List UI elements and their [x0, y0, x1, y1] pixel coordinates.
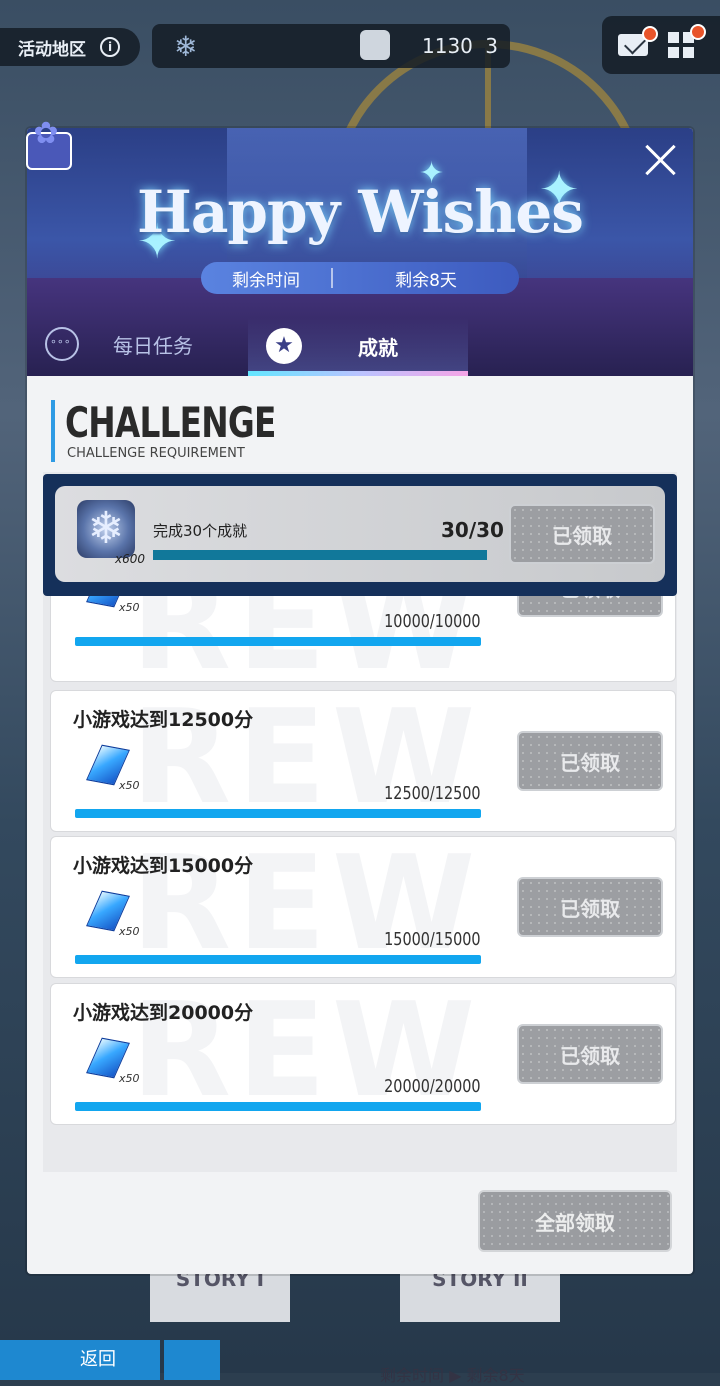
close-icon[interactable]	[643, 142, 679, 178]
achievement-dialog: ✦ ✦ ✦ Happy Wishes 剩余时间 剩余8天 每日任务 ★ 成就 C…	[27, 128, 693, 1274]
claim-all-button[interactable]: 全部领取	[478, 1190, 672, 1252]
bottom-time-text: 剩余时间 ▶ 剩余8天	[380, 1366, 525, 1385]
task-card: REW 小游戏达到20000分 x50 20000/20000 已领取	[50, 983, 676, 1125]
event-title: Happy Wishes	[137, 178, 584, 246]
time-value: 剩余8天	[395, 270, 457, 291]
region-label-bar[interactable]: 活动地区 i	[0, 28, 140, 66]
task-card: REW 小游戏达到15000分 x50 15000/15000 已领取	[50, 836, 676, 978]
resource-bar: ❄ 1130 3	[152, 24, 510, 68]
section-subtitle: CHALLENGE REQUIREMENT	[67, 446, 245, 461]
active-tab-underline	[248, 371, 468, 376]
progress-bar	[75, 637, 481, 646]
task-name: 小游戏达到20000分	[73, 1002, 254, 1024]
time-label: 剩余时间	[232, 270, 300, 291]
back-label: 返回	[80, 1349, 116, 1370]
back-button[interactable]: 返回	[0, 1340, 160, 1380]
glove-count: 3	[485, 34, 498, 58]
reward-qty: x600	[115, 552, 146, 566]
task-name: 小游戏达到12500分	[73, 709, 254, 731]
time-remaining-bar: 剩余时间 剩余8天	[201, 262, 519, 294]
task-progress: 15000/15000	[384, 929, 481, 950]
crystal-icon: x50	[86, 889, 140, 938]
tab-achievements[interactable]: ★ 成就	[248, 318, 468, 376]
task-card-highlighted: ❄ x600 完成30个成就 30/30 已领取	[55, 486, 665, 582]
gift-icon: ✿	[14, 114, 78, 170]
crystal-icon: x50	[86, 743, 140, 792]
progress-bar	[75, 809, 481, 818]
daily-tasks-icon	[45, 327, 79, 361]
claimed-button[interactable]: 已领取	[517, 1024, 663, 1084]
reward-qty: x50	[119, 779, 140, 792]
claimed-button[interactable]: 已领取	[509, 504, 655, 564]
mail-notification-dot	[642, 26, 658, 42]
glove-icon	[360, 30, 390, 60]
section-title: CHALLENGE	[65, 398, 276, 447]
home-button[interactable]	[164, 1340, 220, 1380]
claimed-button[interactable]: 已领取	[517, 877, 663, 937]
story1-button[interactable]: STORY I	[150, 1269, 290, 1322]
tab-label: 每日任务	[113, 333, 193, 358]
progress-bar	[153, 550, 487, 560]
tab-label: 成就	[358, 336, 398, 360]
task-progress: 30/30	[441, 518, 504, 542]
reward-qty: x50	[119, 601, 140, 614]
task-progress: 12500/12500	[384, 783, 481, 804]
top-right-menu	[602, 16, 720, 74]
task-name: 小游戏达到15000分	[73, 855, 254, 877]
background-bottom: STORY I STORY II 返回 剩余时间 ▶ 剩余8天	[0, 1269, 720, 1385]
tab-daily-tasks[interactable]: 每日任务	[45, 324, 193, 364]
task-card: REW 小游戏达到12500分 x50 12500/12500 已领取	[50, 690, 676, 832]
highlighted-task: ❄ x600 完成30个成就 30/30 已领取	[43, 474, 677, 596]
task-name: 完成30个成就	[153, 522, 248, 540]
info-icon[interactable]: i	[100, 37, 120, 57]
region-label: 活动地区	[18, 39, 86, 60]
snowflake-icon: ❄	[174, 30, 198, 63]
progress-bar	[75, 955, 481, 964]
story2-button[interactable]: STORY II	[400, 1269, 560, 1322]
star-icon: ★	[266, 328, 302, 364]
snowflake-count: 1130	[422, 34, 473, 58]
progress-bar	[75, 1102, 481, 1111]
crystal-icon: x50	[86, 1036, 140, 1085]
event-banner: ✦ ✦ ✦ Happy Wishes 剩余时间 剩余8天 每日任务 ★ 成就	[27, 128, 693, 376]
reward-qty: x50	[119, 1072, 140, 1085]
task-progress: 20000/20000	[384, 1076, 481, 1097]
claimed-button[interactable]: 已领取	[517, 731, 663, 791]
reward-qty: x50	[119, 925, 140, 938]
tab-bar: 每日任务 ★ 成就	[27, 318, 693, 376]
task-progress: 10000/10000	[384, 611, 481, 632]
section-accent-bar	[51, 400, 55, 462]
menu-notification-dot	[690, 24, 706, 40]
snowflake-reward-icon: ❄	[77, 500, 135, 558]
